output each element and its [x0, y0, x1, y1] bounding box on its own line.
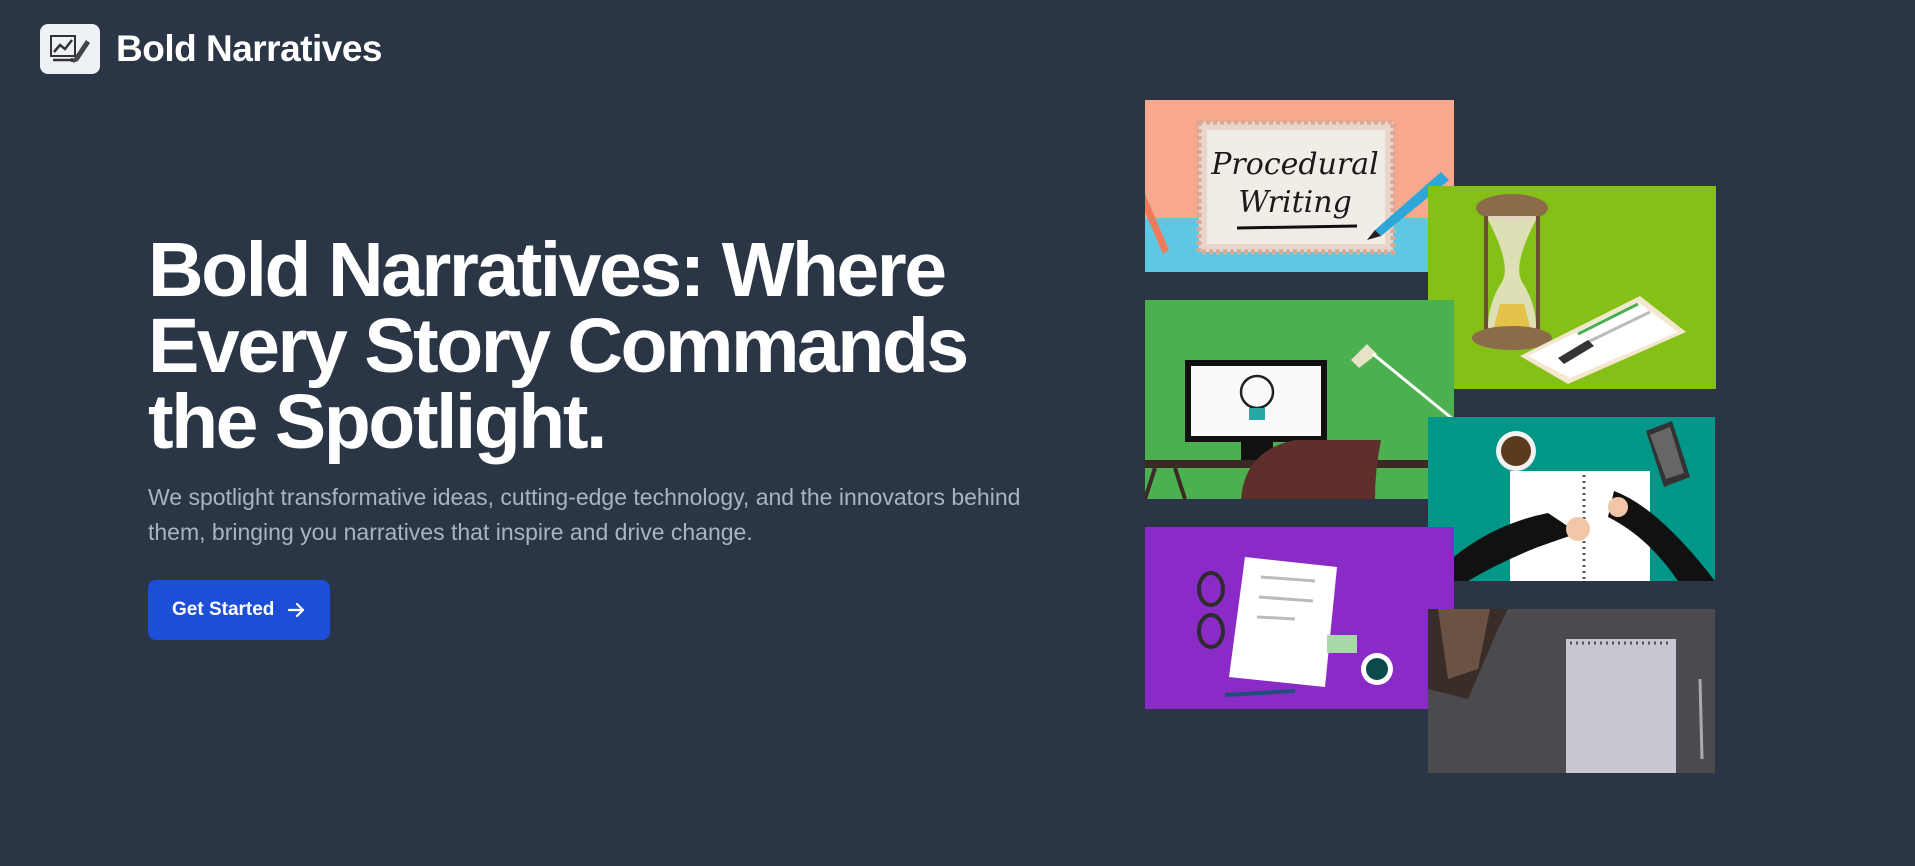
brand[interactable]: Bold Narratives	[40, 24, 383, 74]
hero-section: Bold Narratives: Where Every Story Comma…	[148, 232, 1048, 640]
hero-title: Bold Narratives: Where Every Story Comma…	[148, 227, 969, 465]
hero-subtitle: We spotlight transformative ideas, cutti…	[148, 484, 1021, 545]
procedural-writing-image: Procedural Writing	[1145, 100, 1454, 272]
get-started-button[interactable]: Get Started	[148, 580, 331, 640]
brand-name: Bold Narratives	[116, 28, 383, 69]
get-started-label: Get Started	[172, 599, 275, 620]
procedural-writing-card: Procedural Writing	[1211, 147, 1379, 220]
documents-stamp-image	[1145, 527, 1454, 709]
notepad-desk-image	[1428, 609, 1715, 773]
landing-page: Bold Narratives Bold Narratives: Where E…	[0, 0, 1915, 866]
hourglass-image	[1428, 186, 1716, 389]
desk-monitor-image	[1145, 300, 1454, 499]
arrow-right-icon	[288, 602, 306, 618]
chart-pen-logo-icon	[40, 24, 100, 74]
notebook-writing-image	[1428, 417, 1715, 581]
